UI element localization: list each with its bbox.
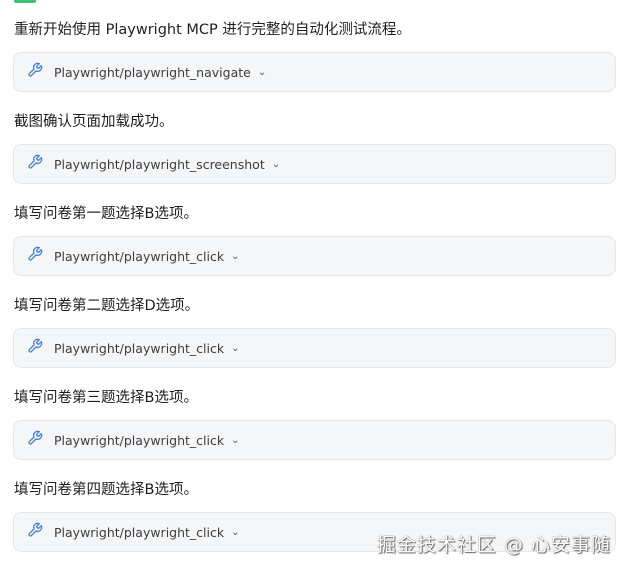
wrench-icon — [27, 154, 43, 174]
chevron-down-icon[interactable]: ⌄ — [258, 67, 266, 78]
chevron-down-icon[interactable]: ⌄ — [231, 527, 239, 538]
tool-name: Playwright/playwright_click — [54, 248, 225, 264]
chevron-down-icon[interactable]: ⌄ — [272, 159, 280, 170]
tool-call-toggle[interactable]: Playwright/playwright_navigate ⌄ — [13, 52, 616, 92]
tool-name: Playwright/playwright_click — [54, 524, 225, 540]
wrench-icon — [27, 62, 43, 82]
step: 重新开始使用 Playwright MCP 进行完整的自动化测试流程。 Play… — [13, 19, 616, 92]
step: 填写问卷第三题选择B选项。 Playwright/playwright_clic… — [13, 387, 616, 460]
step: 截图确认页面加载成功。 Playwright/playwright_screen… — [13, 111, 616, 184]
tool-name: Playwright/playwright_screenshot — [54, 156, 265, 172]
step-message: 填写问卷第三题选择B选项。 — [14, 390, 198, 406]
tool-call-toggle[interactable]: Playwright/playwright_click ⌄ — [13, 236, 616, 276]
tool-call-toggle[interactable]: Playwright/playwright_click ⌄ — [13, 328, 616, 368]
watermark: 掘金技术社区 @ 心安事随 — [376, 534, 611, 556]
tool-name: Playwright/playwright_click — [54, 340, 225, 356]
tool-name: Playwright/playwright_navigate — [54, 64, 251, 80]
step-message: 截图确认页面加载成功。 — [14, 114, 174, 130]
tool-name: Playwright/playwright_click — [54, 432, 225, 448]
wrench-icon — [27, 246, 43, 266]
step-message: 填写问卷第二题选择D选项。 — [14, 298, 200, 314]
step-message: 填写问卷第一题选择B选项。 — [14, 206, 198, 222]
wrench-icon — [27, 430, 43, 450]
tool-call-toggle[interactable]: Playwright/playwright_click ⌄ — [13, 420, 616, 460]
tool-call-toggle[interactable]: Playwright/playwright_screenshot ⌄ — [13, 144, 616, 184]
step: 填写问卷第二题选择D选项。 Playwright/playwright_clic… — [13, 295, 616, 368]
wrench-icon — [27, 522, 43, 542]
step: 填写问卷第一题选择B选项。 Playwright/playwright_clic… — [13, 203, 616, 276]
wrench-icon — [27, 338, 43, 358]
step-message: 重新开始使用 Playwright MCP 进行完整的自动化测试流程。 — [14, 22, 411, 38]
chevron-down-icon[interactable]: ⌄ — [231, 435, 239, 446]
status-indicator — [14, 0, 36, 3]
chevron-down-icon[interactable]: ⌄ — [231, 251, 239, 262]
step-message: 填写问卷第四题选择B选项。 — [14, 482, 198, 498]
chevron-down-icon[interactable]: ⌄ — [231, 343, 239, 354]
